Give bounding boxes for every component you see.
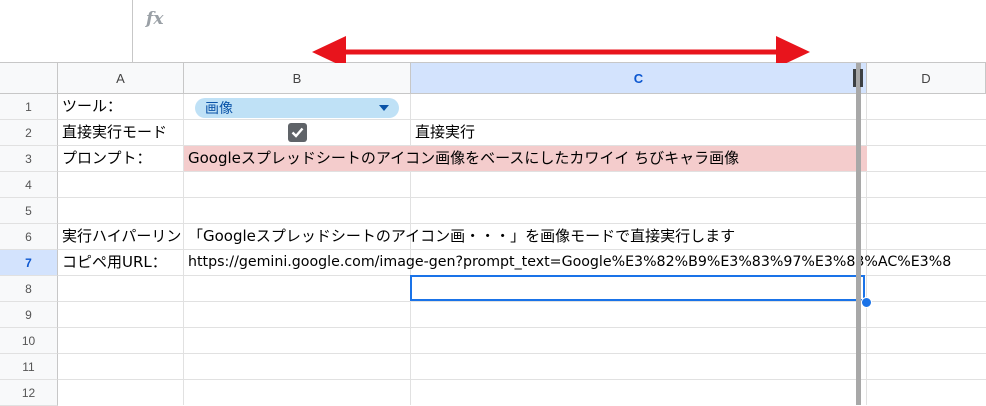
name-box[interactable] [0, 0, 133, 62]
row-header-8[interactable]: 8 [0, 276, 58, 302]
cell-b5-hyperlink[interactable]: 「Googleスプレッドシートのアイコン画・・・」を画像モードで直接実行します [184, 224, 735, 249]
row-header-4[interactable]: 4 [0, 172, 58, 198]
column-header-b[interactable]: B [184, 63, 411, 94]
row-header-12[interactable]: 12 [0, 380, 58, 406]
column-resize-guide[interactable] [856, 63, 861, 405]
cell-a5[interactable]: 実行ハイパーリン [58, 224, 184, 249]
direct-mode-checkbox[interactable] [288, 123, 307, 142]
column-header-a[interactable]: A [58, 63, 184, 94]
cell-c2[interactable]: 直接実行 [411, 120, 475, 145]
select-all-corner[interactable] [0, 63, 58, 94]
row-header-5[interactable]: 5 [0, 198, 58, 224]
row-header-7[interactable]: 7 [0, 250, 58, 276]
row-header-2[interactable]: 2 [0, 120, 58, 146]
fx-icon: fx [146, 9, 164, 29]
row-header-1[interactable]: 1 [0, 94, 58, 120]
dropdown-caret-icon [379, 105, 389, 111]
tool-dropdown[interactable]: 画像 [195, 98, 399, 118]
column-header-d[interactable]: D [867, 63, 986, 94]
checkmark-icon [291, 127, 304, 138]
dropdown-value: 画像 [205, 101, 233, 117]
row-header-11[interactable]: 11 [0, 354, 58, 380]
cell-area[interactable]: ツール： 画像 直接実行モード 直接実行 プロンプト： Googleスプレッドシ… [58, 94, 986, 405]
cell-a2[interactable]: 直接実行モード [58, 120, 167, 145]
column-header-c[interactable]: C [411, 63, 867, 94]
row-header-10[interactable]: 10 [0, 328, 58, 354]
row-header-9[interactable]: 9 [0, 302, 58, 328]
column-resize-handle[interactable] [852, 69, 865, 87]
cell-a1[interactable]: ツール： [58, 94, 122, 119]
cell-b3[interactable]: Googleスプレッドシートのアイコン画像をベースにしたカワイイ ちびキャラ画像 [184, 146, 739, 171]
cell-a3[interactable]: プロンプト： [58, 146, 152, 171]
fill-handle[interactable] [861, 297, 872, 308]
row-header-6[interactable]: 6 [0, 224, 58, 250]
cell-a6[interactable]: コピペ用URL： [58, 250, 167, 275]
cell-b6-url[interactable]: https://gemini.google.com/image-gen?prom… [184, 250, 986, 275]
row-header-3[interactable]: 3 [0, 146, 58, 172]
active-cell-c7[interactable] [410, 275, 865, 301]
